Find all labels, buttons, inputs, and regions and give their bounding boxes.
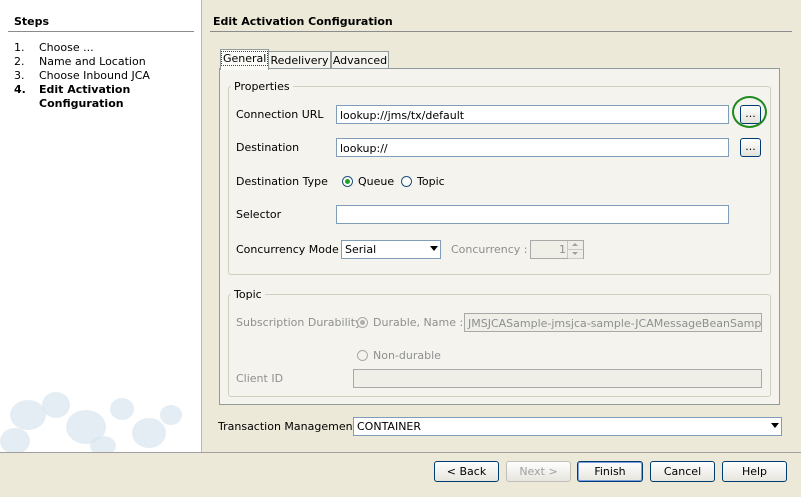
selector-label: Selector xyxy=(236,208,282,221)
concurrency-mode-value: Serial xyxy=(345,243,377,256)
step-number: 3. xyxy=(14,69,25,82)
step-label-line2: Configuration xyxy=(39,97,124,110)
title-divider xyxy=(210,31,792,32)
chevron-down-icon xyxy=(430,246,438,251)
steps-title: Steps xyxy=(14,15,50,28)
client-id-label: Client ID xyxy=(236,372,284,385)
tab-label: Advanced xyxy=(332,54,388,67)
subscription-durability-label: Subscription Durability xyxy=(236,316,362,329)
footer-divider xyxy=(0,452,801,453)
concurrency-value: 1 xyxy=(559,243,566,256)
step-label: Choose ... xyxy=(39,41,94,54)
nondurable-radio[interactable] xyxy=(357,350,368,361)
client-id-input[interactable] xyxy=(353,369,762,388)
destination-input[interactable]: lookup:// xyxy=(336,138,729,157)
topic-label: Topic xyxy=(417,175,445,188)
step-label: Edit Activation xyxy=(39,83,131,96)
spinner-up-icon[interactable] xyxy=(568,241,583,250)
tab-label: General xyxy=(221,51,269,66)
spinner-down-icon[interactable] xyxy=(568,250,583,259)
page-title: Edit Activation Configuration xyxy=(213,15,393,28)
step-label: Name and Location xyxy=(39,55,146,68)
tab-advanced[interactable]: Advanced xyxy=(331,51,389,69)
concurrency-mode-label: Concurrency Mode xyxy=(236,243,339,256)
back-button[interactable]: < Back xyxy=(434,461,499,482)
transaction-management-label: Transaction Management: xyxy=(218,420,361,433)
step-label: Choose Inbound JCA xyxy=(39,69,150,82)
transaction-management-select[interactable]: CONTAINER xyxy=(353,417,782,436)
topic-radio[interactable] xyxy=(401,176,412,187)
chevron-down-icon xyxy=(771,423,779,428)
step-number: 1. xyxy=(14,41,25,54)
concurrency-label: Concurrency : xyxy=(451,243,528,256)
cancel-button[interactable]: Cancel xyxy=(650,461,715,482)
destination-label: Destination xyxy=(236,141,300,154)
transaction-management-value: CONTAINER xyxy=(357,420,422,433)
destination-type-label: Destination Type xyxy=(236,175,328,188)
topic-group-label: Topic xyxy=(231,288,265,301)
nondurable-label: Non-durable xyxy=(373,349,441,362)
durable-label: Durable, Name : xyxy=(373,316,464,329)
next-button[interactable]: Next > xyxy=(506,461,571,482)
tab-general[interactable]: General xyxy=(220,49,269,70)
selector-input[interactable] xyxy=(336,205,729,224)
destination-browse-button[interactable]: ... xyxy=(740,138,761,157)
spinner-buttons xyxy=(567,241,583,259)
connection-url-input[interactable]: lookup://jms/tx/default xyxy=(336,105,729,124)
finish-button[interactable]: Finish xyxy=(577,461,643,482)
queue-label: Queue xyxy=(358,175,395,188)
steps-divider xyxy=(8,31,194,32)
durable-name-input[interactable]: JMSJCASample-jmsjca-sample-JCAMessageBea… xyxy=(464,313,762,332)
tab-redelivery[interactable]: Redelivery xyxy=(268,51,331,69)
properties-group-label: Properties xyxy=(231,80,293,93)
help-button[interactable]: Help xyxy=(722,461,787,482)
steps-panel: Steps 1. Choose ... 2. Name and Location… xyxy=(0,0,202,452)
durable-radio[interactable] xyxy=(357,317,368,328)
step-number: 4. xyxy=(14,83,26,96)
tab-label: Redelivery xyxy=(270,54,329,67)
highlight-circle xyxy=(732,96,767,128)
concurrency-spinner[interactable]: 1 xyxy=(530,240,584,259)
queue-radio[interactable] xyxy=(342,176,353,187)
concurrency-mode-select[interactable]: Serial xyxy=(341,240,441,259)
step-number: 2. xyxy=(14,55,25,68)
connection-url-label: Connection URL xyxy=(236,108,324,121)
